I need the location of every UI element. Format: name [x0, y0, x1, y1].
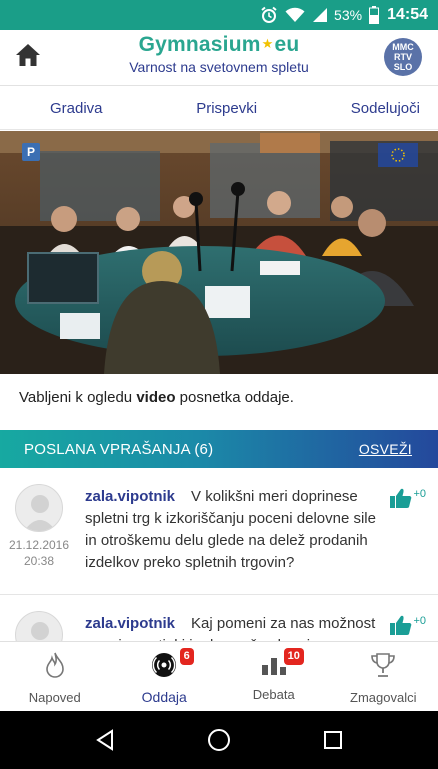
caption-text-end: posnetka oddaje.: [175, 389, 294, 406]
partner-logo-line: MMC: [392, 42, 414, 52]
signal-icon: [312, 7, 328, 23]
home-nav-button[interactable]: [204, 725, 234, 755]
video-badge-letter: P: [27, 145, 35, 159]
partner-logo[interactable]: MMC RTV SLO: [384, 38, 422, 76]
questions-title: POSLANA VPRAŠANJA (6): [24, 440, 214, 458]
battery-icon: [369, 6, 380, 24]
alarm-icon: [260, 6, 278, 24]
brand-name-right: eu: [274, 33, 300, 56]
notification-badge: 6: [179, 648, 194, 665]
question-author[interactable]: zala.vipotnik: [85, 488, 175, 505]
nav-napoved[interactable]: Napoved: [0, 642, 110, 711]
video-player[interactable]: P: [0, 131, 438, 374]
nav-label: Zmagovalci: [350, 690, 417, 705]
bottom-navigation: Napoved 6 Oddaja 10 Debata Zmagovalci: [0, 641, 438, 711]
tab-sodelujoci[interactable]: Sodelujoči: [351, 100, 420, 117]
nav-zmagovalci[interactable]: Zmagovalci: [329, 642, 438, 711]
video-caption: Vabljeni k ogledu video posnetka oddaje.: [19, 389, 294, 406]
recents-icon: [324, 731, 342, 749]
notification-badge: 10: [283, 648, 304, 665]
partner-logo-line: SLO: [393, 62, 413, 72]
trophy-icon: [369, 651, 397, 679]
like-count: +0: [413, 488, 426, 500]
video-thumbnail: P: [0, 131, 438, 374]
star-icon: ★: [261, 36, 274, 51]
recents-button[interactable]: [318, 725, 348, 755]
question-time: 20:38: [23, 554, 55, 568]
questions-header: POSLANA VPRAŠANJA (6) OSVEŽI: [0, 430, 438, 468]
nav-label: Oddaja: [141, 689, 187, 705]
question-item: zala.vipotnikKaj pomeni za nas možnost a…: [0, 595, 438, 641]
section-tabs: Gradiva Prispevki Sodelujoči: [0, 87, 438, 130]
caption-text: Vabljeni k ogledu: [19, 389, 137, 406]
question-author[interactable]: zala.vipotnik: [85, 615, 175, 632]
questions-list[interactable]: 21.12.2016 20:38 zala.vipotnik V kolikšni…: [0, 468, 438, 641]
tab-gradiva[interactable]: Gradiva: [50, 100, 103, 117]
clock: 14:54: [387, 6, 428, 23]
avatar: [15, 484, 63, 532]
app-logo: Gymnasium★eu: [0, 33, 438, 57]
nav-label: Napoved: [28, 690, 81, 705]
question-timestamp: 21.12.2016 20:38: [6, 537, 72, 569]
back-icon: [96, 729, 113, 751]
caption-bold: video: [136, 389, 176, 406]
like-button[interactable]: +0: [390, 615, 426, 640]
status-bar: 53% 14:54: [0, 0, 438, 30]
question-body: zala.vipotnikKaj pomeni za nas možnost a…: [85, 613, 385, 641]
nav-label: Debata: [252, 687, 295, 702]
system-navigation-bar: [0, 711, 438, 769]
nav-oddaja[interactable]: 6 Oddaja: [110, 642, 220, 711]
avatar: [15, 611, 63, 641]
like-count: +0: [413, 615, 426, 627]
back-button[interactable]: [90, 725, 120, 755]
brand-name-left: Gymnasium: [138, 33, 261, 56]
like-button[interactable]: +0: [390, 488, 426, 513]
user-placeholder-icon: [24, 495, 56, 531]
partner-logo-line: RTV: [394, 52, 412, 62]
broadcast-icon: [150, 651, 178, 679]
refresh-button[interactable]: OSVEŽI: [359, 441, 412, 457]
home-outline-icon: [208, 729, 230, 751]
flame-icon: [41, 651, 69, 679]
question-body: zala.vipotnik V kolikšni meri doprinese s…: [85, 486, 385, 574]
nav-debata[interactable]: 10 Debata: [219, 642, 329, 711]
thumbs-up-icon: [390, 488, 412, 513]
wifi-icon: [285, 7, 305, 23]
user-placeholder-icon: [31, 622, 49, 640]
question-date: 21.12.2016: [8, 538, 70, 552]
app-header: Gymnasium★eu Varnost na svetovnem spletu…: [0, 30, 438, 86]
thumbs-up-icon: [390, 615, 412, 640]
tab-prispevki[interactable]: Prispevki: [196, 100, 257, 117]
app-brand: Gymnasium★eu Varnost na svetovnem spletu: [0, 33, 438, 75]
question-item: 21.12.2016 20:38 zala.vipotnik V kolikšni…: [0, 468, 438, 595]
battery-percent: 53%: [334, 7, 363, 23]
app-subtitle: Varnost na svetovnem spletu: [129, 59, 309, 75]
